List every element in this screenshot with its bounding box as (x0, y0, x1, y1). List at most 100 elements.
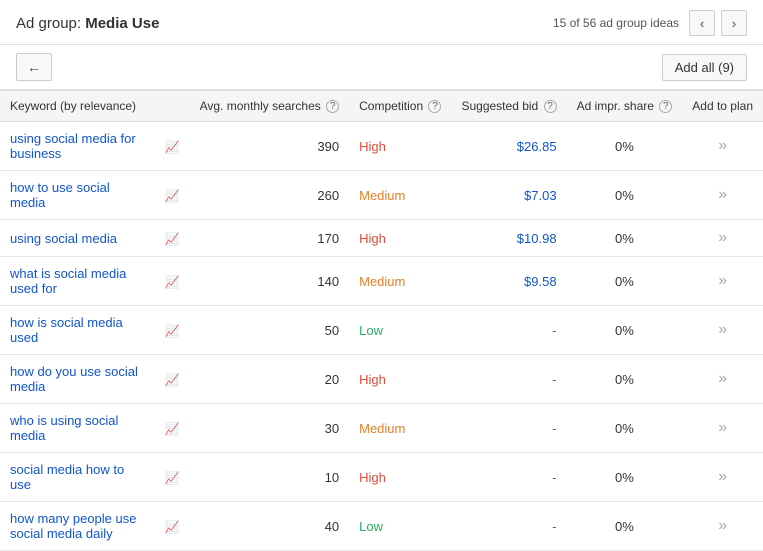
trend-chart-icon[interactable]: 📈 (165, 520, 180, 534)
bid-cell: - (451, 404, 566, 453)
table-row: how is social media used📈50Low-0%» (0, 306, 763, 355)
trend-chart-icon[interactable]: 📈 (165, 324, 180, 338)
bid-value: $7.03 (524, 188, 557, 203)
table-row: using social media for business📈390High$… (0, 122, 763, 171)
searches-cell: 20 (190, 355, 350, 404)
competition-cell: Medium (349, 257, 451, 306)
ad-group-title: Ad group: Media Use (16, 15, 159, 32)
bid-cell: - (451, 355, 566, 404)
bid-cell: - (451, 453, 566, 502)
keyword-cell: how to use social media (0, 171, 155, 220)
trend-chart-icon[interactable]: 📈 (165, 471, 180, 485)
trend-chart-icon[interactable]: 📈 (165, 373, 180, 387)
trend-chart-icon[interactable]: 📈 (165, 422, 180, 436)
col-header-add-to-plan: Add to plan (682, 91, 763, 122)
searches-cell: 260 (190, 171, 350, 220)
keyword-link[interactable]: how do you use social media (10, 364, 138, 394)
add-to-plan-button[interactable]: » (714, 468, 731, 486)
col-header-keyword: Keyword (by relevance) (0, 91, 155, 122)
add-to-plan-button[interactable]: » (714, 370, 731, 388)
competition-cell: Low (349, 502, 451, 551)
table-row: how to use social media📈260Medium$7.030%… (0, 171, 763, 220)
add-to-plan-button[interactable]: » (714, 517, 731, 535)
keyword-link[interactable]: social media how to use (10, 462, 124, 492)
ad-group-name: Media Use (85, 15, 159, 32)
top-bar: Ad group: Media Use 15 of 56 ad group id… (0, 0, 763, 45)
add-to-plan-button[interactable]: » (714, 321, 731, 339)
add-to-plan-button[interactable]: » (714, 272, 731, 290)
trend-chart-icon[interactable]: 📈 (165, 275, 180, 289)
add-to-plan-button[interactable]: » (714, 419, 731, 437)
keyword-link[interactable]: how is social media used (10, 315, 123, 345)
add-to-plan-cell: » (682, 122, 763, 171)
searches-cell: 170 (190, 220, 350, 257)
add-to-plan-cell: » (682, 257, 763, 306)
add-to-plan-button[interactable]: » (714, 229, 731, 247)
bid-cell: - (451, 306, 566, 355)
keyword-cell: what is social media used for (0, 257, 155, 306)
searches-help-icon[interactable]: ? (326, 100, 339, 113)
col-header-impr-share: Ad impr. share ? (567, 91, 683, 122)
trend-cell: 📈 (155, 122, 190, 171)
back-button[interactable]: ← (16, 53, 52, 81)
table-row: who is using social media📈30Medium-0%» (0, 404, 763, 453)
impr-help-icon[interactable]: ? (659, 100, 672, 113)
impr-share-cell: 0% (567, 404, 683, 453)
keyword-link[interactable]: using social media for business (10, 131, 136, 161)
table-body: using social media for business📈390High$… (0, 122, 763, 551)
table-row: what is social media used for 📈 140 Medium $… (0, 257, 763, 306)
add-to-plan-cell: » (682, 171, 763, 220)
trend-chart-icon[interactable]: 📈 (165, 189, 180, 203)
prev-page-button[interactable]: ‹ (689, 10, 715, 36)
competition-cell: High (349, 355, 451, 404)
add-to-plan-button[interactable]: » (714, 186, 731, 204)
keyword-link[interactable]: how many people use social media daily (10, 511, 136, 541)
trend-cell: 📈 (155, 220, 190, 257)
searches-cell: 40 (190, 502, 350, 551)
searches-cell: 30 (190, 404, 350, 453)
trend-chart-icon[interactable]: 📈 (165, 140, 180, 154)
impr-share-cell: 0% (567, 220, 683, 257)
competition-value: Medium (359, 188, 405, 203)
table-row: using social media📈170High$10.980%» (0, 220, 763, 257)
table-row: how many people use social media daily 📈 4… (0, 502, 763, 551)
keyword-link[interactable]: how to use social media (10, 180, 110, 210)
second-bar: ← Add all (9) (0, 45, 763, 90)
bid-help-icon[interactable]: ? (544, 100, 557, 113)
bid-cell: $10.98 (451, 220, 566, 257)
add-all-button[interactable]: Add all (9) (662, 54, 747, 81)
trend-cell: 📈 (155, 453, 190, 502)
keyword-link[interactable]: what is social media used for (10, 266, 126, 296)
add-to-plan-button[interactable]: » (714, 137, 731, 155)
keyword-cell: how do you use social media (0, 355, 155, 404)
competition-cell: Medium (349, 171, 451, 220)
col-header-competition: Competition ? (349, 91, 451, 122)
competition-value: Medium (359, 274, 405, 289)
impr-share-cell: 0% (567, 453, 683, 502)
searches-cell: 140 (190, 257, 350, 306)
col-header-searches: Avg. monthly searches ? (190, 91, 350, 122)
searches-cell: 50 (190, 306, 350, 355)
competition-help-icon[interactable]: ? (428, 100, 441, 113)
competition-cell: High (349, 122, 451, 171)
col-header-bid: Suggested bid ? (451, 91, 566, 122)
keyword-cell: using social media (0, 220, 155, 257)
bid-value: $9.58 (524, 274, 557, 289)
trend-cell: 📈 (155, 171, 190, 220)
competition-cell: High (349, 453, 451, 502)
keyword-cell: who is using social media (0, 404, 155, 453)
impr-share-cell: 0% (567, 257, 683, 306)
next-page-button[interactable]: › (721, 10, 747, 36)
keyword-link[interactable]: who is using social media (10, 413, 118, 443)
trend-cell: 📈 (155, 404, 190, 453)
trend-chart-icon[interactable]: 📈 (165, 232, 180, 246)
keyword-cell: how is social media used (0, 306, 155, 355)
competition-value: High (359, 372, 386, 387)
searches-cell: 390 (190, 122, 350, 171)
add-to-plan-cell: » (682, 306, 763, 355)
pagination-info: 15 of 56 ad group ideas (553, 16, 679, 30)
competition-cell: Low (349, 306, 451, 355)
keyword-link[interactable]: using social media (10, 231, 117, 246)
searches-cell: 10 (190, 453, 350, 502)
keyword-cell: using social media for business (0, 122, 155, 171)
